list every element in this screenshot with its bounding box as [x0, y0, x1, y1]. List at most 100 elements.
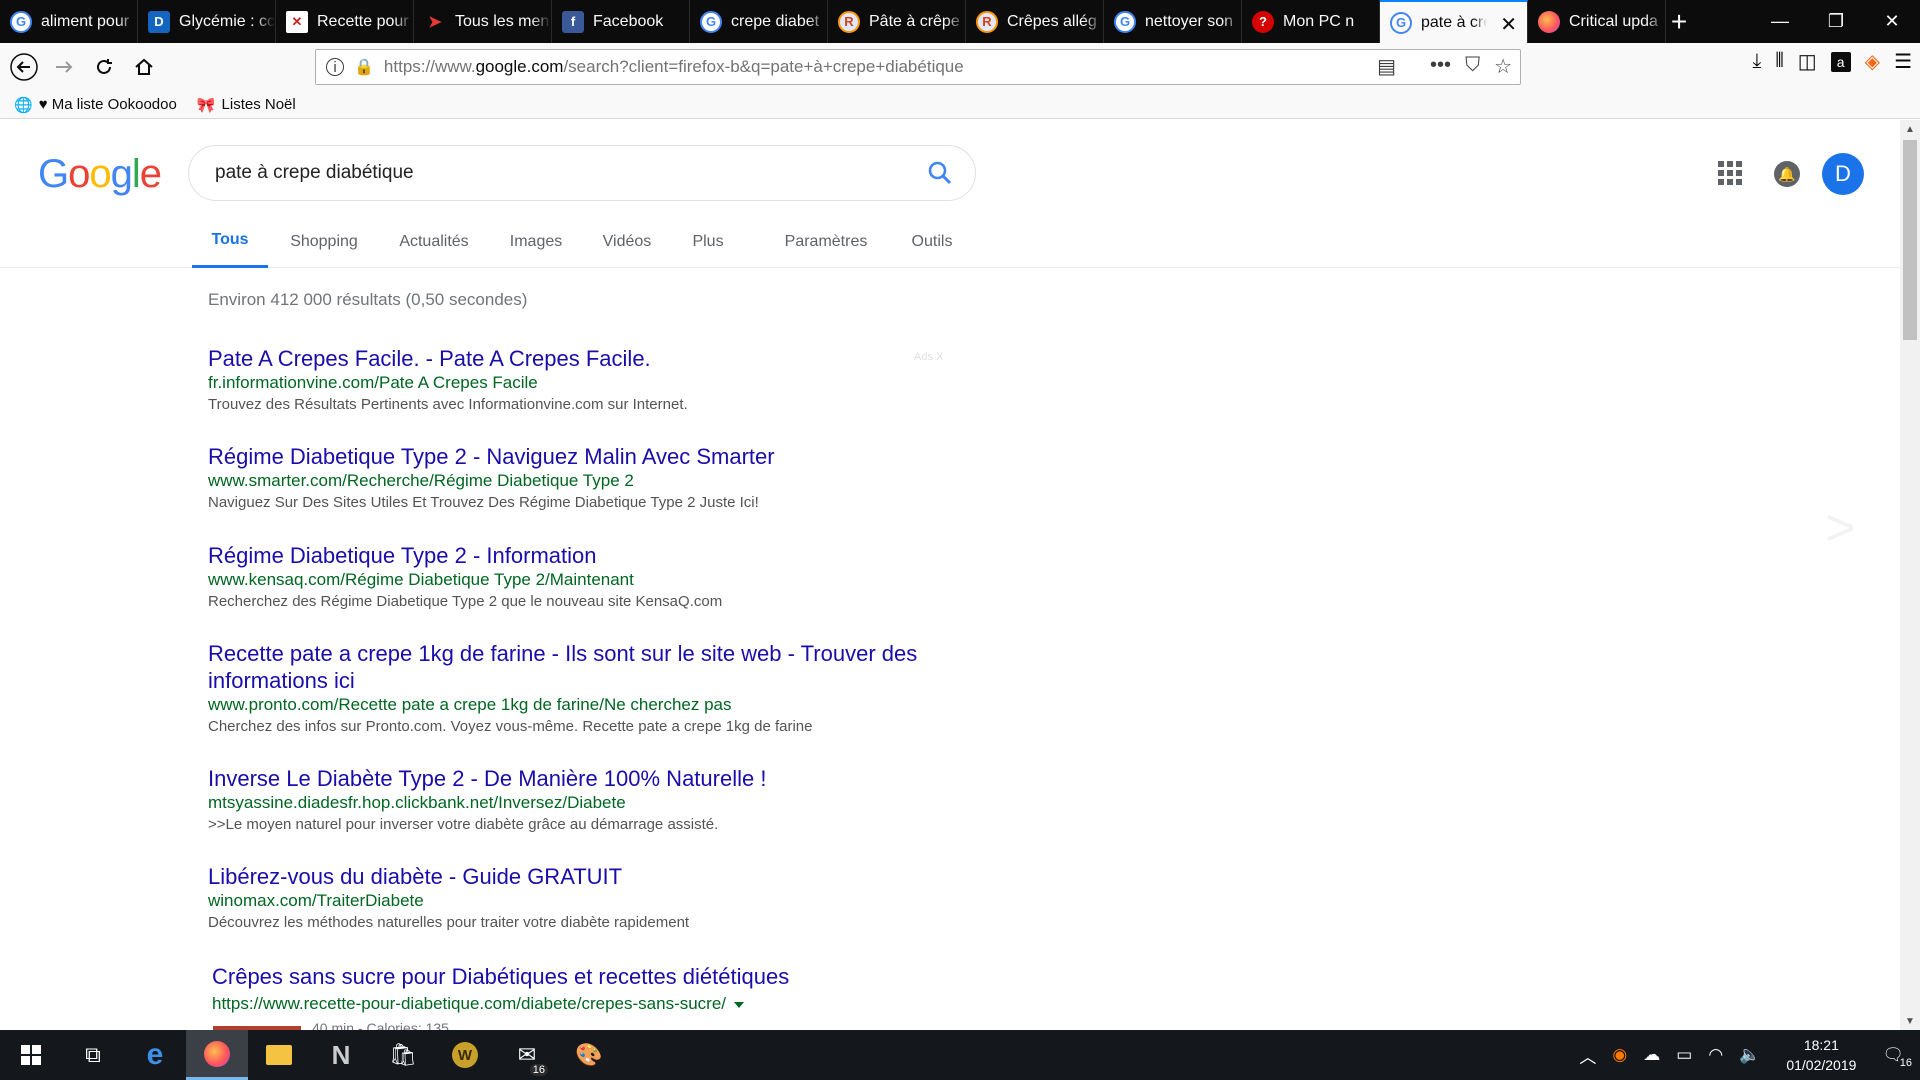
- close-window-button[interactable]: ✕: [1864, 0, 1920, 43]
- browser-tab-6[interactable]: Gcrepe diabet: [690, 0, 828, 43]
- browser-tab-active[interactable]: Gpate à cre ✕: [1380, 0, 1528, 43]
- battery-icon[interactable]: ▭: [1676, 1045, 1692, 1065]
- tab-all[interactable]: Tous: [192, 215, 268, 268]
- result-url[interactable]: https://www.recette-pour-diabetique.com/…: [212, 993, 952, 1015]
- next-arrow-icon[interactable]: >: [1825, 498, 1855, 558]
- dropdown-arrow-icon[interactable]: [734, 1001, 745, 1008]
- scroll-up-icon[interactable]: ▲: [1900, 120, 1920, 138]
- library-icon[interactable]: ⫴: [1775, 50, 1783, 73]
- toolbar-right: ⤓ ⫴ ◫ a ◈ ☰: [1753, 49, 1912, 74]
- tab-more[interactable]: Plus: [686, 215, 730, 268]
- volume-icon[interactable]: 🔈: [1739, 1045, 1760, 1065]
- result-title[interactable]: Pate A Crepes Facile. - Pate A Crepes Fa…: [208, 345, 948, 372]
- bookmarks-toolbar: 🌐 ♥ Ma liste Ookoodoo 🎀 Listes Noël: [0, 91, 1920, 119]
- logo-letter: o: [68, 152, 90, 196]
- result-url[interactable]: www.smarter.com/Recherche/Régime Diabeti…: [208, 470, 948, 492]
- back-button[interactable]: [6, 49, 42, 85]
- store-button[interactable]: 🛍: [372, 1030, 434, 1080]
- result-title[interactable]: Régime Diabetique Type 2 - Naviguez Mali…: [208, 443, 948, 470]
- logo-letter: o: [89, 152, 111, 196]
- home-button[interactable]: [126, 49, 162, 85]
- download-icon[interactable]: ⤓: [1753, 50, 1762, 73]
- tab-tools[interactable]: Outils: [906, 215, 958, 268]
- edge-button[interactable]: e: [124, 1030, 186, 1080]
- notifications-bell-icon[interactable]: 🔔: [1774, 161, 1800, 187]
- ad-result: Recette pate a crepe 1kg de farine - Ils…: [208, 640, 948, 738]
- browser-tab-9[interactable]: Gnettoyer son: [1104, 0, 1242, 43]
- lock-icon[interactable]: 🔒: [354, 57, 374, 77]
- close-tab-icon[interactable]: ✕: [1500, 12, 1517, 37]
- wifi-icon[interactable]: ◠: [1708, 1045, 1723, 1065]
- avatar[interactable]: D: [1822, 153, 1864, 195]
- info-icon[interactable]: i: [326, 58, 344, 76]
- tab-videos[interactable]: Vidéos: [596, 215, 658, 268]
- result-title[interactable]: Crêpes sans sucre pour Diabétiques et re…: [212, 963, 952, 990]
- tab-images[interactable]: Images: [502, 215, 570, 268]
- result-url[interactable]: fr.informationvine.com/Pate A Crepes Fac…: [208, 372, 948, 394]
- home-icon: [135, 58, 153, 75]
- bookmark-ookoodoo[interactable]: 🌐 ♥ Ma liste Ookoodoo: [14, 96, 177, 114]
- result-url[interactable]: winomax.com/TraiterDiabete: [208, 890, 948, 912]
- app-n-button[interactable]: N: [310, 1030, 372, 1080]
- browser-tab-10[interactable]: ? Mon PC n: [1242, 0, 1380, 43]
- search-box[interactable]: pate à crepe diabétique: [188, 145, 976, 201]
- result-description: Recherchez des Régime Diabetique Type 2 …: [208, 593, 723, 610]
- page-scrollbar[interactable]: ▲ ▼: [1900, 120, 1920, 1030]
- result-title[interactable]: Libérez-vous du diabète - Guide GRATUIT: [208, 863, 948, 890]
- restore-button[interactable]: ❐: [1808, 0, 1864, 43]
- start-button[interactable]: [0, 1030, 62, 1080]
- avast-icon[interactable]: ◉: [1612, 1045, 1627, 1065]
- tab-shopping[interactable]: Shopping: [284, 215, 364, 268]
- facebook-favicon-icon: f: [562, 10, 584, 33]
- url-bar[interactable]: i 🔒 https://www.google.com/search?client…: [315, 49, 1521, 85]
- reload-icon: [97, 59, 112, 74]
- browser-tab-4[interactable]: ➤ Tous les men: [414, 0, 552, 43]
- paint-button[interactable]: 🎨: [558, 1030, 620, 1080]
- action-center-icon[interactable]: 🗨 16: [1882, 1045, 1912, 1069]
- task-view-button[interactable]: ⧉: [62, 1030, 124, 1080]
- menu-icon[interactable]: ☰: [1894, 49, 1912, 74]
- reader-view-icon[interactable]: ▤: [1377, 54, 1396, 79]
- clock[interactable]: 18:21 01/02/2019: [1786, 1035, 1856, 1075]
- browser-tab-2[interactable]: D Glycémie : cc: [138, 0, 276, 43]
- result-url[interactable]: www.pronto.com/Recette pate a crepe 1kg …: [208, 694, 948, 716]
- reload-button[interactable]: [86, 49, 122, 85]
- google-logo[interactable]: Google: [38, 152, 162, 197]
- forward-button[interactable]: [46, 49, 82, 85]
- tab-settings[interactable]: Paramètres: [776, 215, 876, 268]
- scroll-down-icon[interactable]: ▼: [1900, 1012, 1920, 1030]
- scrollbar-thumb[interactable]: [1903, 140, 1917, 340]
- sidebar-icon[interactable]: ◫: [1798, 49, 1817, 74]
- browser-tab-8[interactable]: R Crêpes allég: [966, 0, 1104, 43]
- pocket-icon[interactable]: ⛉: [1465, 54, 1480, 79]
- bookmark-star-icon[interactable]: ☆: [1494, 54, 1512, 79]
- file-explorer-button[interactable]: [248, 1030, 310, 1080]
- extension-icon[interactable]: ◈: [1865, 49, 1880, 74]
- bookmark-listes-noel[interactable]: 🎀 Listes Noël: [197, 96, 296, 114]
- browser-tab-12[interactable]: •Critical upda: [1528, 0, 1666, 43]
- browser-tab-5[interactable]: f Facebook: [552, 0, 690, 43]
- amazon-icon[interactable]: a: [1830, 51, 1851, 72]
- browser-tab-1[interactable]: Galiment pour: [0, 0, 138, 43]
- wow-button[interactable]: W: [434, 1030, 496, 1080]
- onedrive-cloud-icon[interactable]: ☁: [1643, 1045, 1660, 1065]
- firefox-taskbar-button[interactable]: [186, 1030, 248, 1080]
- browser-tab-3[interactable]: ✕ Recette pour: [276, 0, 414, 43]
- result-url[interactable]: mtsyassine.diadesfr.hop.clickbank.net/In…: [208, 792, 948, 814]
- browser-tab-7[interactable]: R Pâte à crêpe: [828, 0, 966, 43]
- question-favicon-icon: ?: [1252, 10, 1274, 33]
- apps-grid-icon[interactable]: [1718, 161, 1742, 185]
- minimize-button[interactable]: —: [1752, 0, 1808, 43]
- page-actions-icon[interactable]: •••: [1430, 54, 1451, 79]
- result-title[interactable]: Recette pate a crepe 1kg de farine - Ils…: [208, 640, 948, 694]
- new-tab-button[interactable]: +: [1660, 0, 1698, 43]
- mail-button[interactable]: ✉ 16: [496, 1030, 558, 1080]
- result-title[interactable]: Inverse Le Diabète Type 2 - De Manière 1…: [208, 765, 948, 792]
- result-url[interactable]: www.kensaq.com/Régime Diabetique Type 2/…: [208, 569, 948, 591]
- result-title[interactable]: Régime Diabetique Type 2 - Information: [208, 542, 948, 569]
- tab-news[interactable]: Actualités: [390, 215, 478, 268]
- search-icon[interactable]: [927, 160, 953, 186]
- search-input[interactable]: pate à crepe diabétique: [215, 162, 414, 184]
- logo-letter: l: [131, 152, 141, 196]
- chevron-up-icon[interactable]: ︿: [1579, 1043, 1596, 1068]
